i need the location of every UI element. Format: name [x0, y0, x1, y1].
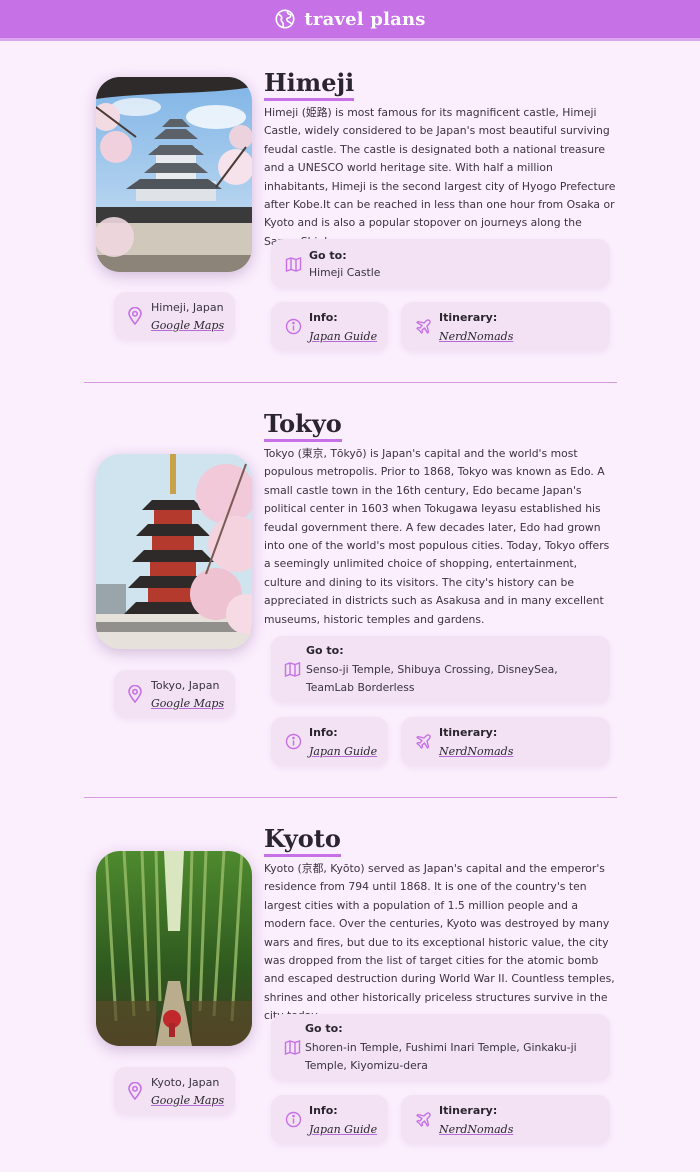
destination-photo-tokyo: [96, 454, 252, 649]
location-text: Tokyo, Japan: [151, 679, 220, 692]
location-card-kyoto: Kyoto, Japan Google Maps: [114, 1067, 235, 1115]
japan-guide-link[interactable]: Japan Guide: [309, 1123, 377, 1136]
japan-guide-link[interactable]: Japan Guide: [309, 745, 377, 758]
section-divider: [84, 797, 617, 798]
destination-title: Himeji: [264, 68, 355, 101]
airplane-icon: [415, 318, 432, 335]
goto-card: Go to: Shoren-in Temple, Fushimi Inari T…: [271, 1014, 610, 1081]
location-card-himeji: Himeji, Japan Google Maps: [114, 292, 235, 340]
app-title: travel plans: [304, 8, 426, 30]
info-icon: [285, 1111, 302, 1128]
info-icon: [285, 733, 302, 750]
itinerary-label: Itinerary:: [439, 311, 498, 324]
google-maps-link[interactable]: Google Maps: [151, 319, 224, 332]
info-icon: [285, 318, 302, 335]
location-text: Kyoto, Japan: [151, 1076, 220, 1089]
location-card-tokyo: Tokyo, Japan Google Maps: [114, 670, 235, 718]
map-icon: [285, 256, 302, 273]
location-text: Himeji, Japan: [151, 301, 224, 314]
goto-label: Go to:: [305, 1022, 343, 1035]
section-divider: [84, 382, 617, 383]
airplane-icon: [415, 733, 432, 750]
destination-photo-himeji: [96, 77, 252, 272]
itinerary-card: Itinerary: NerdNomads: [401, 717, 610, 766]
goto-value: Senso-ji Temple, Shibuya Crossing, Disne…: [306, 663, 558, 694]
goto-value: Himeji Castle: [309, 266, 381, 279]
itinerary-card: Itinerary: NerdNomads: [401, 1095, 610, 1144]
info-card: Info: Japan Guide: [271, 302, 388, 351]
goto-card: Go to: Himeji Castle: [271, 239, 610, 288]
goto-value: Shoren-in Temple, Fushimi Inari Temple, …: [305, 1041, 577, 1072]
goto-card: Go to: Senso-ji Temple, Shibuya Crossing…: [271, 636, 610, 703]
itinerary-card: Itinerary: NerdNomads: [401, 302, 610, 351]
goto-label: Go to:: [306, 644, 344, 657]
itinerary-label: Itinerary:: [439, 726, 498, 739]
destination-description: Tokyo (東京, Tōkyō) is Japan's capital and…: [264, 447, 610, 626]
google-maps-link[interactable]: Google Maps: [151, 697, 224, 710]
nerdnomads-link[interactable]: NerdNomads: [439, 1123, 513, 1136]
app-header: travel plans: [0, 0, 700, 41]
info-label: Info:: [309, 726, 338, 739]
nerdnomads-link[interactable]: NerdNomads: [439, 745, 513, 758]
map-pin-icon: [127, 306, 143, 326]
info-label: Info:: [309, 311, 338, 324]
japan-guide-link[interactable]: Japan Guide: [309, 330, 377, 343]
goto-label: Go to:: [309, 249, 347, 262]
map-icon: [284, 661, 301, 678]
map-pin-icon: [127, 684, 143, 704]
nerdnomads-link[interactable]: NerdNomads: [439, 330, 513, 343]
globe-icon: [274, 8, 296, 30]
info-card: Info: Japan Guide: [271, 1095, 388, 1144]
itinerary-label: Itinerary:: [439, 1104, 498, 1117]
destination-photo-kyoto: [96, 851, 252, 1046]
destination-description: Himeji (姫路) is most famous for its magni…: [264, 106, 616, 248]
destination-title: Kyoto: [264, 824, 341, 857]
destination-title: Tokyo: [264, 409, 342, 442]
info-label: Info:: [309, 1104, 338, 1117]
map-pin-icon: [127, 1081, 143, 1101]
map-icon: [284, 1039, 301, 1056]
info-card: Info: Japan Guide: [271, 717, 388, 766]
google-maps-link[interactable]: Google Maps: [151, 1094, 224, 1107]
airplane-icon: [415, 1111, 432, 1128]
destination-description: Kyoto (京都, Kyōto) served as Japan's capi…: [264, 862, 615, 1023]
